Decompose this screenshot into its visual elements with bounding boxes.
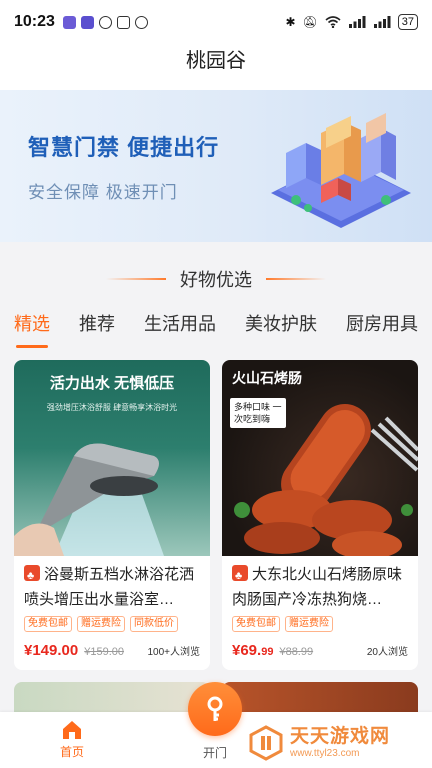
battery-indicator: 37 [397, 14, 418, 30]
product-price: ¥149.00 [24, 642, 79, 659]
view-count: 100+人浏览 [147, 647, 200, 658]
status-time: 10:23 [14, 13, 55, 30]
view-count: 20人浏览 [366, 647, 408, 658]
image-subline: 强劲增压沐浴舒服 肆意畅享沐浴时光 [46, 403, 178, 412]
app-notification-icon [62, 15, 76, 29]
product-card[interactable]: 火山石烤肠 多种口味 一次吃到嗨 大东北火山石烤肠原味肉肠国产冷冻热狗烧… 免费… [222, 360, 418, 670]
tab-beauty[interactable]: 美妆护肤 [245, 308, 317, 348]
product-name: 大东北火山石烤肠原味肉肠国产冷冻热狗烧… [232, 562, 408, 612]
nfc-icon [98, 15, 112, 29]
open-door-button[interactable] [188, 682, 242, 736]
mute-icon: 🔕︎ [302, 15, 318, 29]
tag-low-price: 同款低价 [130, 616, 178, 632]
product-name-text: 浴曼斯五档水淋浴花洒喷头增压出水量浴室… [24, 566, 195, 608]
tab-home[interactable]: 首页 [44, 720, 100, 760]
status-bar: 10:23 ✱ 🔕︎ 37 [0, 0, 432, 44]
tag-free-shipping: 免费包邮 [24, 616, 72, 632]
tag-shipping-insurance: 赠运费险 [285, 616, 333, 632]
notification-icons [62, 15, 148, 29]
shop-badge-icon [24, 564, 40, 589]
product-price: ¥69.99 [232, 642, 273, 659]
product-card[interactable]: 活力出水 无惧低压 强劲增压沐浴舒服 肆意畅享沐浴时光 浴曼斯五档水淋浴花洒喷头… [14, 360, 210, 670]
shop-badge-icon [232, 564, 248, 589]
tag-shipping-insurance: 赠运费险 [77, 616, 125, 632]
signal-icon [348, 16, 366, 28]
tab-kitchen[interactable]: 厨房用具 [346, 308, 418, 348]
decorative-line [266, 278, 326, 280]
image-headline: 活力出水 无惧低压 [49, 375, 175, 392]
tab-daily-goods[interactable]: 生活用品 [144, 308, 216, 348]
product-card-peek[interactable] [14, 682, 210, 712]
signal-icon [373, 16, 391, 28]
tab-recommended[interactable]: 推荐 [79, 308, 115, 348]
page-title: 桃园谷 [0, 44, 432, 90]
original-price: ¥159.00 [84, 646, 124, 658]
tab-open-label: 开门 [202, 746, 227, 760]
status-right: ✱ 🔕︎ 37 [285, 14, 418, 30]
banner[interactable]: 智慧门禁 便捷出行 安全保障 极速开门 [0, 90, 432, 242]
price-row: ¥149.00 ¥159.00 100+人浏览 [24, 642, 200, 659]
watermark-logo-icon [249, 725, 283, 761]
sausage-illustration [234, 403, 418, 556]
product-tags: 免费包邮 赠运费险 同款低价 [24, 616, 200, 632]
wifi-icon [325, 16, 341, 28]
watermark-url: www.ttyl23.com [290, 747, 360, 759]
decorative-line [106, 278, 166, 280]
original-price: ¥88.99 [279, 646, 314, 658]
price-decimal: 99 [261, 646, 274, 658]
product-name-text: 大东北火山石烤肠原味肉肠国产冷冻热狗烧… [232, 566, 403, 608]
alarm-icon [134, 15, 148, 29]
tag-free-shipping: 免费包邮 [232, 616, 280, 632]
product-card-peek[interactable] [222, 682, 418, 712]
product-tags: 免费包邮 赠运费险 [232, 616, 408, 632]
banner-title: 智慧门禁 便捷出行 [28, 135, 220, 160]
price-row: ¥69.99 ¥88.99 20人浏览 [232, 642, 408, 659]
bluetooth-icon: ✱ [285, 15, 296, 29]
watermark: 天天游戏网 www.ttyl23.com [248, 722, 420, 764]
category-tabs: 精选 推荐 生活用品 美妆护肤 厨房用具 [0, 308, 432, 348]
product-name: 浴曼斯五档水淋浴花洒喷头增压出水量浴室… [24, 562, 200, 612]
price-integer: ¥69. [232, 642, 262, 659]
key-icon [207, 696, 223, 721]
section-title: 好物优选 [180, 270, 252, 290]
n-icon [116, 15, 130, 29]
app-notification-icon [80, 15, 94, 29]
product-image: 活力出水 无惧低压 强劲增压沐浴舒服 肆意畅享沐浴时光 [14, 360, 210, 556]
banner-subtitle: 安全保障 极速开门 [28, 183, 178, 202]
isometric-city-illustration [271, 113, 411, 228]
section-header: 好物优选 [0, 262, 432, 296]
shower-head-illustration [14, 443, 164, 556]
tab-featured[interactable]: 精选 [14, 308, 50, 348]
tab-home-label: 首页 [59, 745, 84, 759]
watermark-title: 天天游戏网 [290, 725, 391, 747]
home-icon [63, 721, 81, 739]
product-image: 火山石烤肠 多种口味 一次吃到嗨 [222, 360, 418, 556]
